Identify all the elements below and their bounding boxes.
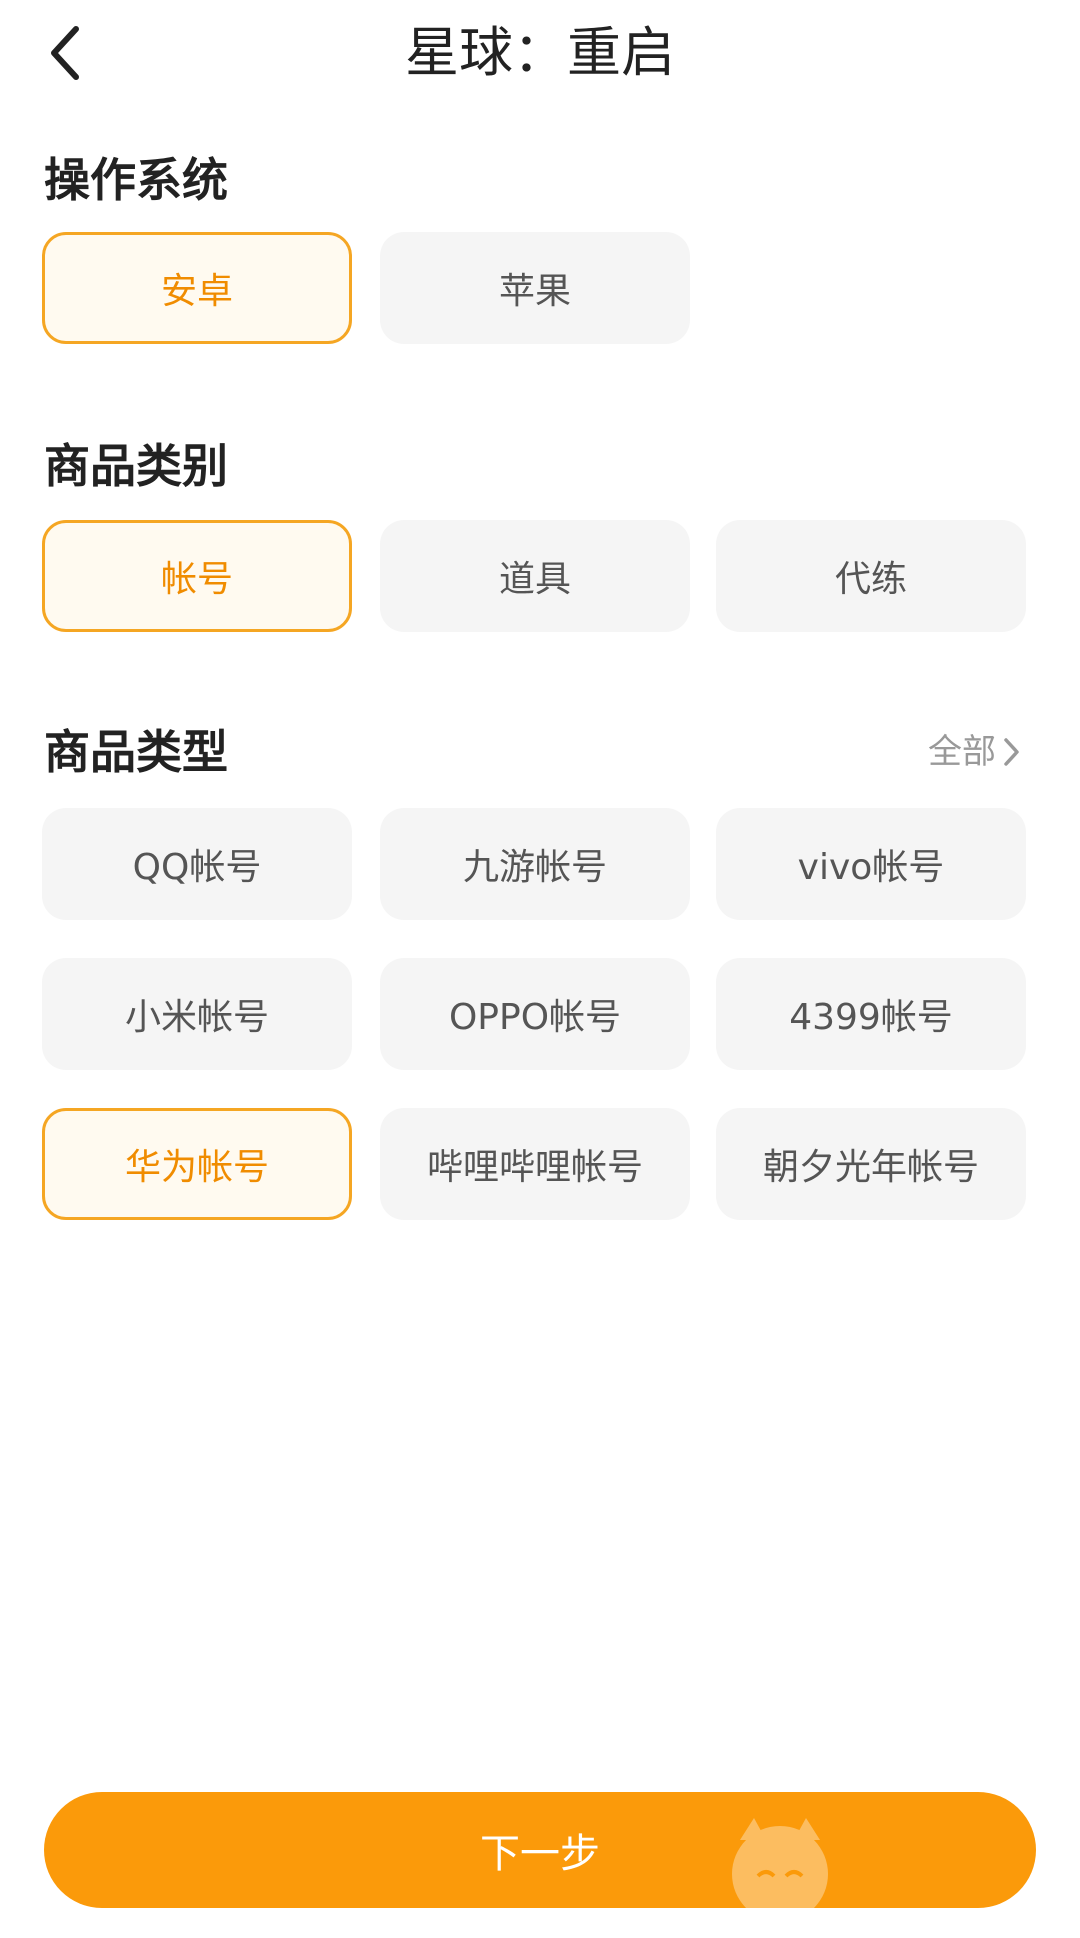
mascot-watermark-icon	[732, 1818, 828, 1922]
all-types-link[interactable]: 全部	[928, 732, 1020, 772]
os-option-apple[interactable]: 苹果	[380, 232, 690, 344]
category-option-items[interactable]: 道具	[380, 520, 690, 632]
category-option-boosting[interactable]: 代练	[716, 520, 1026, 632]
category-section-title: 商品类别	[44, 439, 228, 493]
os-option-android[interactable]: 安卓	[42, 232, 352, 344]
header-bar: 星球：重启	[0, 0, 1080, 110]
type-option-huawei[interactable]: 华为帐号	[42, 1108, 352, 1220]
category-option-account[interactable]: 帐号	[42, 520, 352, 632]
type-option-oppo[interactable]: OPPO帐号	[380, 958, 690, 1070]
os-section-title: 操作系统	[44, 153, 228, 207]
type-option-zhaoxi[interactable]: 朝夕光年帐号	[716, 1108, 1026, 1220]
page-title: 星球：重启	[405, 21, 675, 84]
next-step-button[interactable]: 下一步	[44, 1792, 1036, 1908]
type-option-jiuyou[interactable]: 九游帐号	[380, 808, 690, 920]
type-option-vivo[interactable]: vivo帐号	[716, 808, 1026, 920]
type-option-bilibili[interactable]: 哔哩哔哩帐号	[380, 1108, 690, 1220]
type-section-title: 商品类型	[44, 725, 228, 779]
all-types-label: 全部	[928, 732, 996, 772]
type-option-qq[interactable]: QQ帐号	[42, 808, 352, 920]
next-step-label: 下一步	[480, 1831, 600, 1877]
type-option-4399[interactable]: 4399帐号	[716, 958, 1026, 1070]
chevron-right-icon	[1004, 738, 1019, 766]
type-option-xiaomi[interactable]: 小米帐号	[42, 958, 352, 1070]
